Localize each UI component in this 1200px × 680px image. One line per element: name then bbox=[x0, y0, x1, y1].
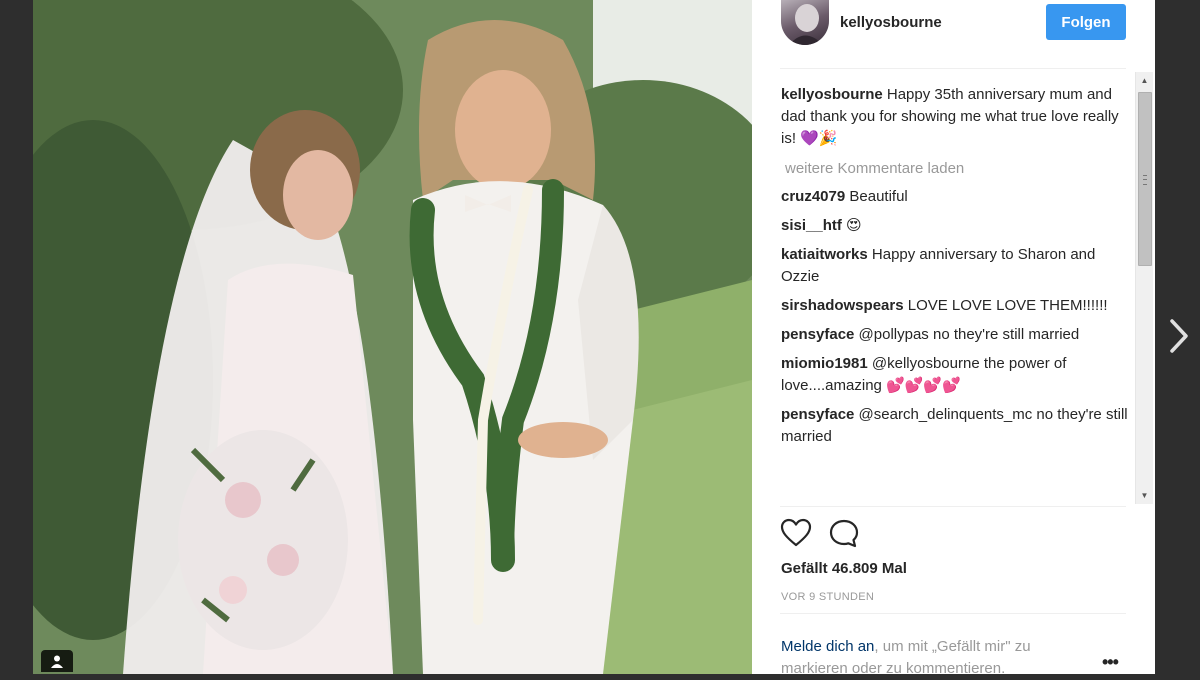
scroll-down-arrow-icon[interactable]: ▼ bbox=[1136, 487, 1153, 504]
actions-divider bbox=[780, 506, 1126, 507]
comment-item: cruz4079 Beautiful bbox=[781, 186, 1133, 208]
more-options-icon[interactable]: ••• bbox=[1102, 652, 1119, 673]
comments-scrollbar[interactable]: ▲ ▼ bbox=[1135, 72, 1153, 504]
footer-divider bbox=[780, 613, 1126, 614]
login-link[interactable]: Melde dich an bbox=[781, 638, 874, 655]
post-caption: kellyosbourne Happy 35th anniversary mum… bbox=[781, 84, 1133, 150]
comment-icon[interactable] bbox=[828, 518, 860, 548]
comment-username[interactable]: sisi__htf bbox=[781, 217, 842, 234]
wedding-photo-illustration bbox=[33, 0, 752, 674]
post-photo[interactable] bbox=[33, 0, 752, 674]
comment-item: katiaitworks Happy anniversary to Sharon… bbox=[781, 244, 1133, 288]
chevron-right-icon[interactable] bbox=[1168, 318, 1190, 354]
comment-username[interactable]: sirshadowspears bbox=[781, 297, 904, 314]
load-more-comments-link[interactable]: weitere Kommentare laden bbox=[785, 158, 1133, 180]
comment-text: 😍 bbox=[846, 217, 862, 234]
heart-icon[interactable] bbox=[780, 518, 812, 548]
comment-item: pensyface @pollypas no they're still mar… bbox=[781, 324, 1133, 346]
login-prompt: Melde dich an, um mit „Gefällt mir" zu m… bbox=[781, 636, 1081, 680]
post-author-username[interactable]: kellyosbourne bbox=[840, 14, 942, 31]
user-tag-icon[interactable] bbox=[41, 650, 73, 672]
scrollbar-thumb[interactable] bbox=[1138, 92, 1152, 266]
comment-item: miomio1981 @kellyosbourne the power of l… bbox=[781, 353, 1133, 397]
comment-username[interactable]: pensyface bbox=[781, 326, 854, 343]
comment-username[interactable]: miomio1981 bbox=[781, 355, 868, 372]
comment-text: LOVE LOVE LOVE THEM!!!!!! bbox=[907, 297, 1108, 314]
comments-list: kellyosbourne Happy 35th anniversary mum… bbox=[781, 84, 1133, 504]
comment-text: @pollypas no they're still married bbox=[858, 326, 1080, 343]
comment-item: sirshadowspears LOVE LOVE LOVE THEM!!!!!… bbox=[781, 295, 1133, 317]
likes-count[interactable]: Gefällt 46.809 Mal bbox=[781, 560, 907, 577]
header-divider bbox=[780, 68, 1126, 69]
post-header: kellyosbourne Folgen bbox=[752, 0, 1155, 68]
post-timestamp: VOR 9 STUNDEN bbox=[781, 591, 875, 603]
comment-text: Beautiful bbox=[849, 188, 908, 205]
avatar[interactable] bbox=[781, 0, 829, 45]
follow-button[interactable]: Folgen bbox=[1046, 4, 1126, 40]
comment-username[interactable]: katiaitworks bbox=[781, 246, 868, 263]
scroll-up-arrow-icon[interactable]: ▲ bbox=[1136, 72, 1153, 89]
comment-username[interactable]: cruz4079 bbox=[781, 188, 845, 205]
scrollbar-grip-icon bbox=[1143, 175, 1147, 185]
comment-item: sisi__htf 😍 bbox=[781, 215, 1133, 237]
comment-item: pensyface @search_delinquents_mc no they… bbox=[781, 404, 1133, 448]
comment-username[interactable]: pensyface bbox=[781, 406, 854, 423]
caption-username[interactable]: kellyosbourne bbox=[781, 86, 883, 103]
post-side-panel: kellyosbourne Folgen kellyosbourne Happy… bbox=[752, 0, 1155, 677]
